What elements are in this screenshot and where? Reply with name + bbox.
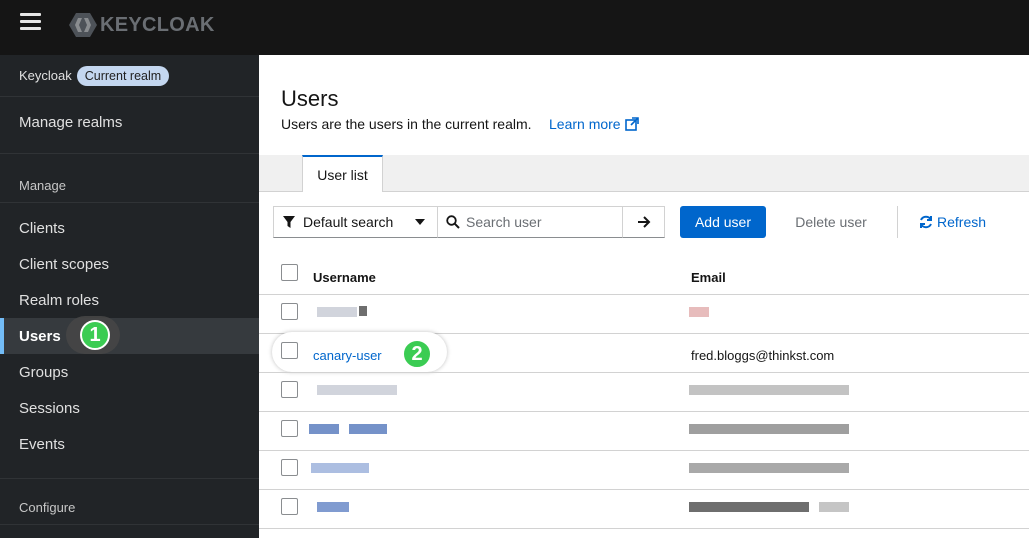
table-divider [259, 489, 1029, 490]
select-all-checkbox[interactable] [281, 264, 298, 281]
sidebar-item-client-scopes[interactable]: Client scopes [0, 246, 259, 282]
users-panel: Default search Add user Delete user [259, 192, 1029, 538]
email-cell: fred.bloggs@thinkst.com [691, 348, 835, 363]
step-badge-1: 1 [80, 320, 110, 350]
table-divider [259, 450, 1029, 451]
sidebar-item-users[interactable]: Users [0, 318, 259, 354]
column-header-username: Username [313, 270, 376, 285]
redacted-username [309, 424, 339, 434]
realm-selector[interactable]: Keycloak Current realm [0, 55, 259, 97]
sidebar-item-label: Clients [19, 219, 65, 237]
sidebar-divider [0, 524, 259, 525]
tab-user-list[interactable]: User list [302, 155, 383, 192]
row-checkbox[interactable] [281, 303, 298, 320]
add-user-button[interactable]: Add user [680, 206, 766, 238]
table-divider [259, 411, 1029, 412]
sidebar-item-label: Groups [19, 363, 69, 381]
row-checkbox[interactable] [281, 342, 298, 359]
username-link[interactable]: canary-user [313, 348, 382, 363]
redacted-username [311, 463, 369, 473]
redacted-username [317, 385, 397, 395]
filter-icon [283, 216, 295, 228]
sidebar-item-label: Realm roles [19, 291, 100, 309]
table-divider [259, 528, 1029, 529]
current-realm-badge: Current realm [76, 65, 170, 86]
search-input[interactable] [466, 214, 616, 230]
redacted-email [819, 502, 849, 512]
toolbar-divider [897, 206, 898, 238]
redacted-email [689, 502, 809, 512]
masthead: KEYCLOAK [0, 0, 1029, 55]
search-icon [446, 215, 460, 229]
redacted-username [349, 424, 387, 434]
refresh-button[interactable]: Refresh [919, 206, 986, 238]
sidebar-divider [0, 153, 259, 154]
learn-more-link[interactable]: Learn more [549, 116, 639, 132]
sidebar: Keycloak Current realm Manage realms Man… [0, 55, 259, 538]
sidebar-item-events[interactable]: Events [0, 426, 259, 462]
column-header-email: Email [691, 270, 726, 285]
keycloak-logo-icon [69, 13, 97, 37]
search-type-label: Default search [303, 214, 394, 230]
redacted-username [317, 502, 349, 512]
row-checkbox[interactable] [281, 381, 298, 398]
hamburger-icon[interactable] [20, 13, 41, 30]
keycloak-logo[interactable]: KEYCLOAK [68, 12, 215, 38]
caret-down-icon [415, 219, 425, 225]
sidebar-item-label: Manage realms [19, 113, 123, 131]
redacted-email [689, 463, 849, 473]
search-type-dropdown[interactable]: Default search [273, 206, 438, 238]
step-badge-2: 2 [402, 339, 432, 369]
sidebar-item-manage-realms[interactable]: Manage realms [0, 104, 259, 140]
sidebar-section-configure: Configure [19, 500, 76, 515]
sidebar-item-label: Sessions [19, 399, 80, 417]
refresh-icon [920, 215, 932, 229]
row-checkbox[interactable] [281, 459, 298, 476]
search-field[interactable] [437, 206, 623, 238]
learn-more-label: Learn more [549, 116, 621, 132]
redacted-email [689, 424, 849, 434]
sidebar-item-label: Events [19, 435, 65, 453]
table-divider [259, 294, 1029, 295]
redacted-username [359, 306, 367, 316]
external-link-icon [624, 117, 639, 131]
arrow-right-icon [637, 216, 650, 228]
refresh-label: Refresh [937, 214, 987, 230]
sidebar-item-label: Client scopes [19, 255, 110, 273]
redacted-email [689, 307, 709, 317]
sidebar-item-clients[interactable]: Clients [0, 210, 259, 246]
sidebar-divider [0, 202, 259, 203]
page-title: Users [281, 86, 339, 111]
table-divider [259, 372, 1029, 373]
logo-text: KEYCLOAK [100, 13, 215, 36]
sidebar-item-groups[interactable]: Groups [0, 354, 259, 390]
sidebar-item-sessions[interactable]: Sessions [0, 390, 259, 426]
sidebar-item-label: Users [19, 327, 61, 345]
page-description: Users are the users in the current realm… [281, 116, 532, 132]
tab-label: User list [317, 166, 368, 183]
row-checkbox[interactable] [281, 420, 298, 437]
sidebar-divider [0, 478, 259, 479]
delete-user-button[interactable]: Delete user [779, 206, 883, 238]
search-submit-button[interactable] [623, 206, 665, 238]
sidebar-section-manage: Manage [19, 178, 66, 193]
redacted-username [317, 307, 357, 317]
sidebar-item-realm-roles[interactable]: Realm roles [0, 282, 259, 318]
row-checkbox[interactable] [281, 498, 298, 515]
main-content: Users Users are the users in the current… [259, 55, 1029, 538]
redacted-email [689, 385, 849, 395]
realm-name: Keycloak [19, 68, 72, 83]
